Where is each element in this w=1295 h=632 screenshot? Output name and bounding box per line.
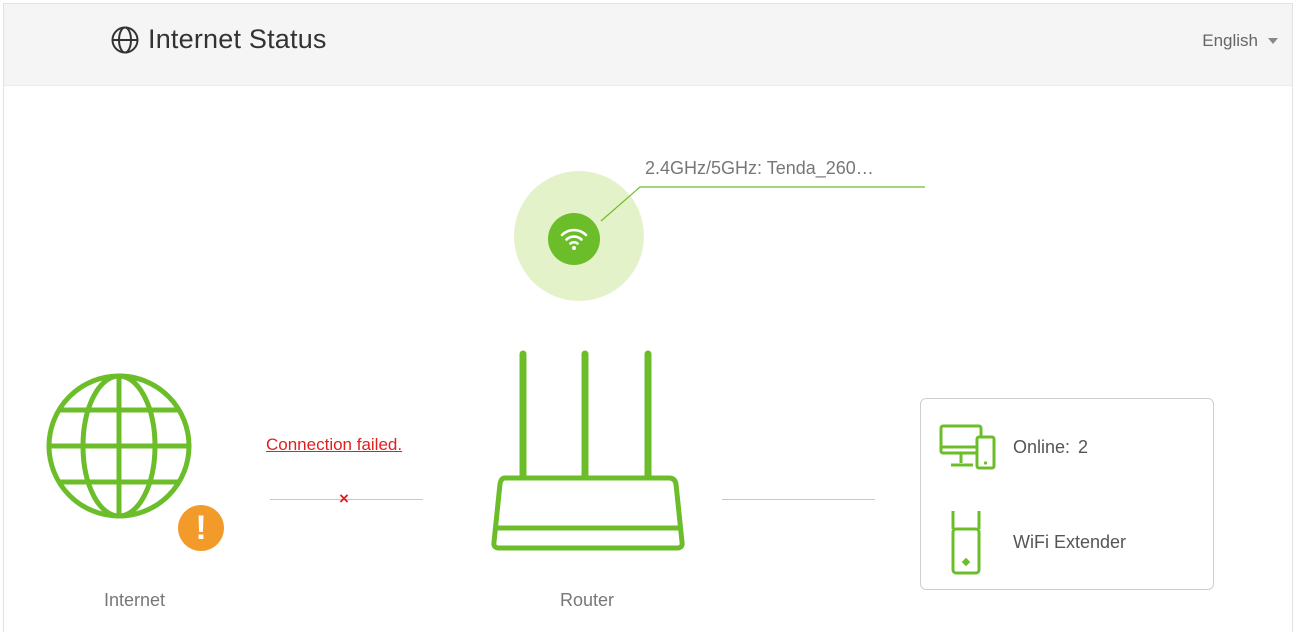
internet-label: Internet xyxy=(104,590,166,610)
clients-panel: Online: 2 WiFi Extender xyxy=(920,398,1214,590)
language-select-label: English xyxy=(1202,31,1258,50)
globe-icon xyxy=(111,26,139,53)
wifi-extender-icon xyxy=(951,511,981,575)
language-select[interactable]: English xyxy=(1202,31,1278,51)
page-title: Internet Status xyxy=(148,24,327,54)
wifi-extender-row[interactable]: WiFi Extender xyxy=(939,507,1126,577)
online-label: Online: xyxy=(1013,436,1071,457)
page-title-group: Internet Status xyxy=(110,24,327,55)
router-label: Router xyxy=(560,590,615,610)
connection-failed-link[interactable]: Connection failed. xyxy=(266,435,402,455)
online-count: 2 xyxy=(1078,436,1089,457)
header-bar: Internet Status English xyxy=(4,4,1292,86)
wifi-extender-label: WiFi Extender xyxy=(1013,531,1127,552)
router-icon[interactable] xyxy=(489,350,689,555)
devices-icon xyxy=(939,424,996,470)
online-devices-row[interactable]: Online: 2 xyxy=(939,423,1088,471)
router-clients-line xyxy=(722,499,875,500)
chevron-down-icon xyxy=(1268,38,1278,44)
internet-globe-icon xyxy=(46,373,192,519)
warning-icon: ! xyxy=(178,505,224,551)
wifi-ssid-link[interactable]: 2.4GHz/5GHz: Tenda_260… xyxy=(645,158,874,179)
wifi-button[interactable] xyxy=(548,213,600,265)
wifi-icon xyxy=(560,228,588,250)
connection-error-icon: × xyxy=(339,489,349,508)
